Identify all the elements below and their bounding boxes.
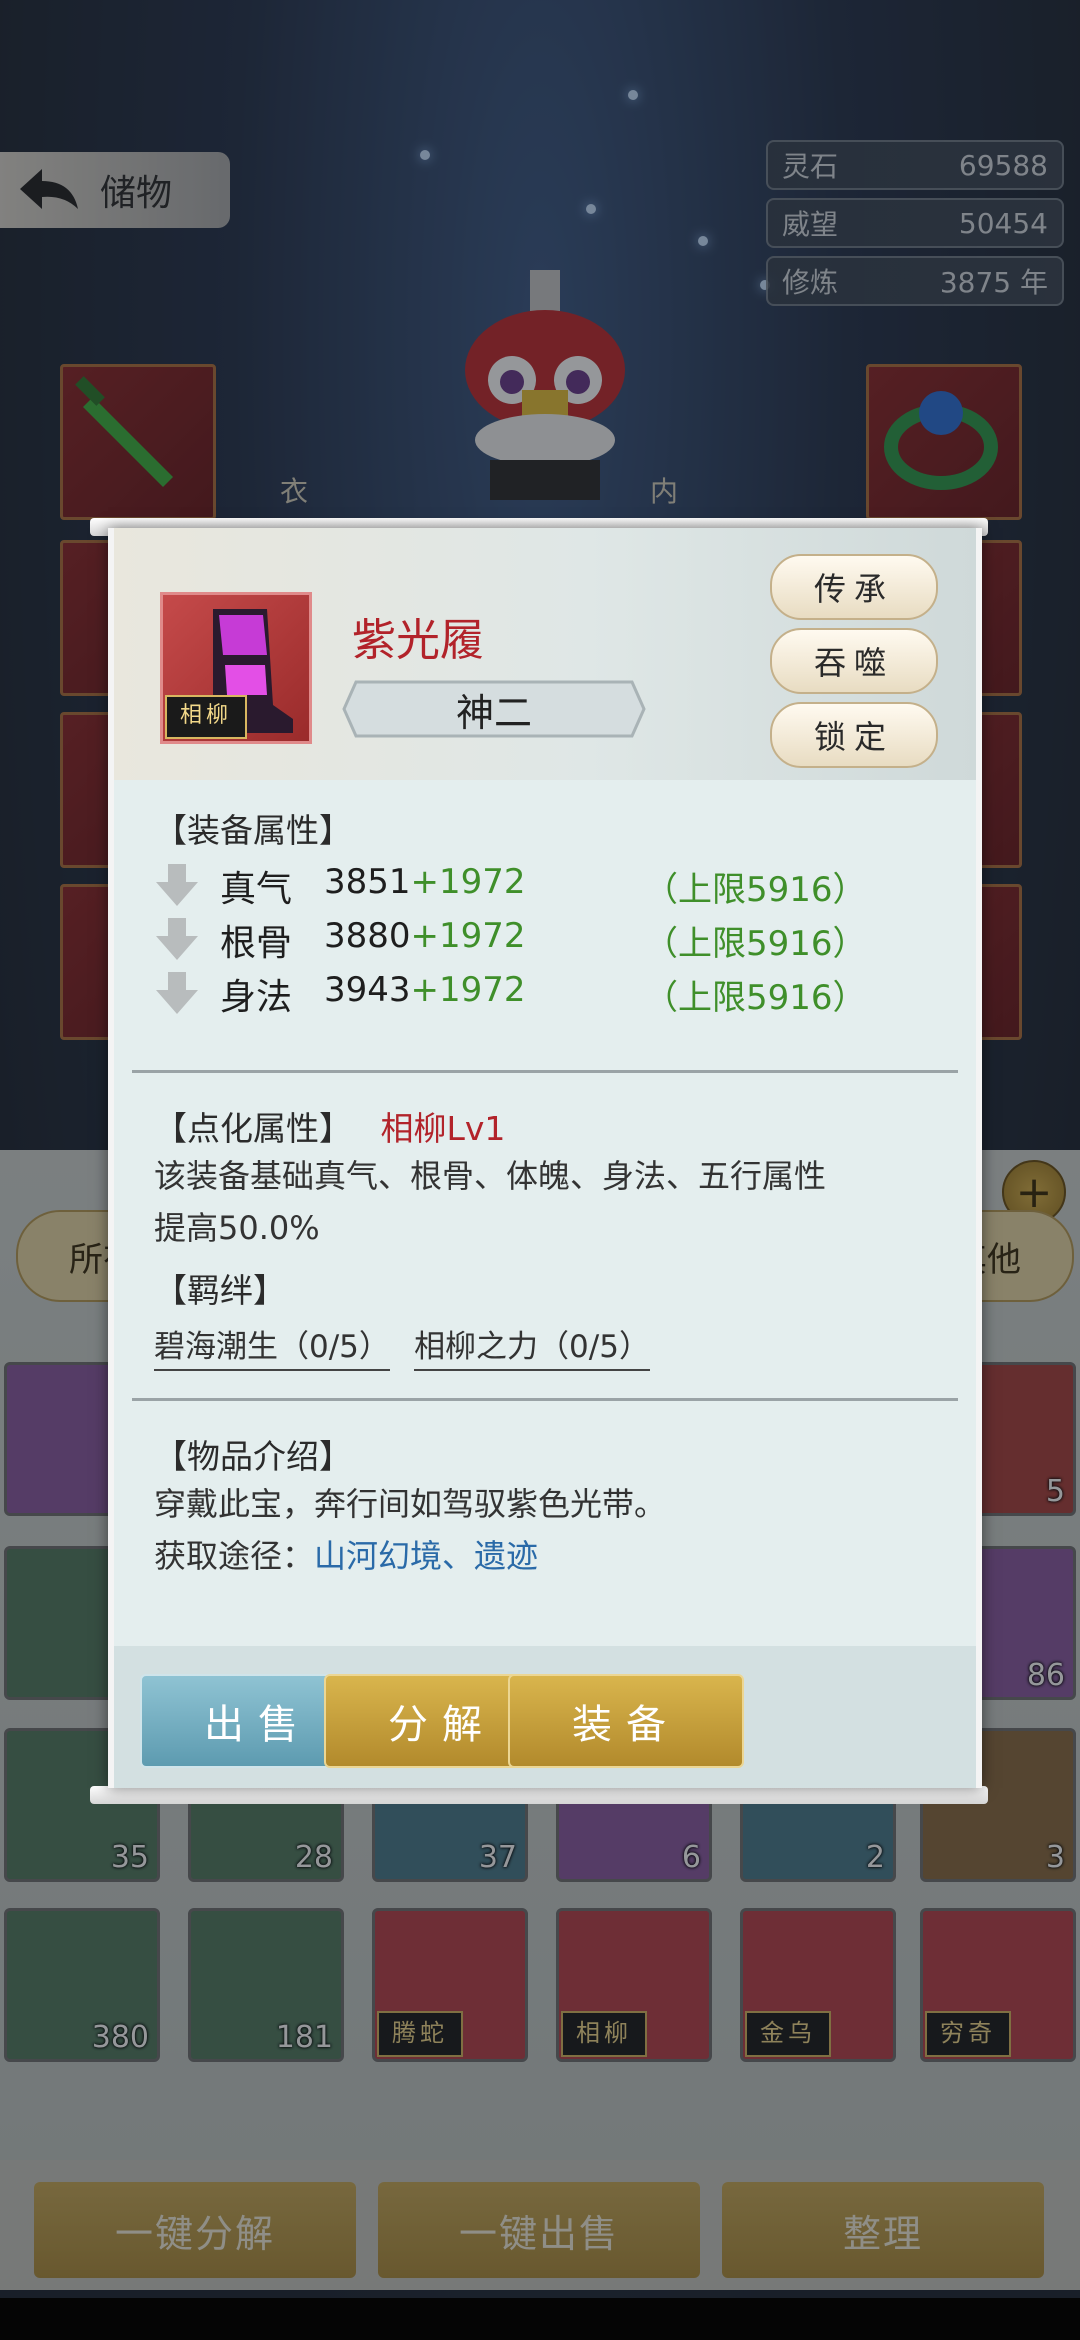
item-intro-title: 【物品介绍】 — [154, 1437, 352, 1476]
refine-level: 相柳Lv1 — [380, 1109, 506, 1148]
stat-name: 根骨 — [220, 923, 293, 964]
stat-name: 真气 — [220, 869, 293, 910]
stat-row: 身法 3943+1972 （上限5916） — [154, 968, 944, 1018]
refine-attributes-title: 【点化属性】 相柳Lv1 — [154, 1102, 505, 1150]
refine-title-label: 【点化属性】 — [154, 1109, 352, 1148]
bond-link[interactable]: 相柳之力（0/5） — [414, 1329, 650, 1371]
stat-bonus: +1972 — [410, 862, 526, 902]
arrow-down-icon — [156, 864, 198, 906]
button-label: 锁定 — [813, 718, 894, 756]
button-label: 装备 — [572, 1702, 680, 1748]
button-label: 吞噬 — [813, 644, 894, 682]
button-label: 出售 — [204, 1702, 312, 1748]
tier-ribbon: 神二 — [342, 678, 646, 740]
lock-button[interactable]: 锁定 — [770, 702, 938, 768]
source-label: 获取途径： — [154, 1537, 315, 1575]
item-intro-body: 穿戴此宝，奔行间如驾驭紫色光带。 获取途径：山河幻境、遗迹 — [154, 1478, 666, 1582]
stat-row: 真气 3851+1972 （上限5916） — [154, 860, 944, 910]
stat-bonus: +1972 — [410, 970, 526, 1010]
item-intro-text: 穿戴此宝，奔行间如驾驭紫色光带。 — [154, 1485, 667, 1523]
scroll-rod-bottom — [90, 1786, 988, 1804]
stat-value: 3943+1972 — [324, 970, 526, 1010]
item-icon: 相柳 — [160, 592, 312, 744]
stat-cap: （上限5916） — [644, 924, 867, 964]
refine-desc-line: 提高50.0% — [154, 1209, 320, 1247]
devour-button[interactable]: 吞噬 — [770, 628, 938, 694]
arrow-down-icon — [156, 972, 198, 1014]
equip-attributes-title: 【装备属性】 — [154, 811, 352, 850]
section-divider — [132, 1398, 958, 1401]
item-header: 相柳 紫光履 神二 传承 吞噬 锁定 — [114, 528, 976, 780]
tier-label: 神二 — [455, 690, 532, 735]
seal-badge: 相柳 — [165, 695, 247, 739]
stat-value: 3851+1972 — [324, 862, 526, 902]
bond-link[interactable]: 碧海潮生（0/5） — [154, 1329, 390, 1371]
equip-button[interactable]: 装备 — [508, 1674, 744, 1768]
item-source: 获取途径：山河幻境、遗迹 — [154, 1530, 666, 1582]
system-nav-bar — [0, 2298, 1080, 2340]
stat-bonus: +1972 — [410, 916, 526, 956]
item-name: 紫光履 — [352, 615, 484, 666]
stat-base: 3943 — [324, 970, 411, 1010]
section-divider — [132, 1070, 958, 1073]
arrow-down-icon — [156, 918, 198, 960]
button-label: 分解 — [388, 1702, 496, 1748]
stat-value: 3880+1972 — [324, 916, 526, 956]
refine-desc-line: 该装备基础真气、根骨、体魄、身法、五行属性 — [154, 1157, 827, 1195]
stat-base: 3880 — [324, 916, 411, 956]
item-detail-dialog: 相柳 紫光履 神二 传承 吞噬 锁定 【装备属性】 真气 3851+1972 （… — [108, 528, 982, 1788]
stat-cap: （上限5916） — [644, 978, 867, 1018]
refine-description: 该装备基础真气、根骨、体魄、身法、五行属性 提高50.0% — [154, 1150, 826, 1254]
inherit-button[interactable]: 传承 — [770, 554, 938, 620]
stat-row: 根骨 3880+1972 （上限5916） — [154, 914, 944, 964]
stat-base: 3851 — [324, 862, 411, 902]
source-value[interactable]: 山河幻境、遗迹 — [314, 1537, 538, 1575]
bond-list: 碧海潮生（0/5） 相柳之力（0/5） — [154, 1320, 650, 1373]
bond-title: 【羁绊】 — [154, 1271, 286, 1310]
stat-cap: （上限5916） — [644, 870, 867, 910]
stat-name: 身法 — [220, 977, 293, 1018]
button-label: 传承 — [813, 570, 894, 608]
